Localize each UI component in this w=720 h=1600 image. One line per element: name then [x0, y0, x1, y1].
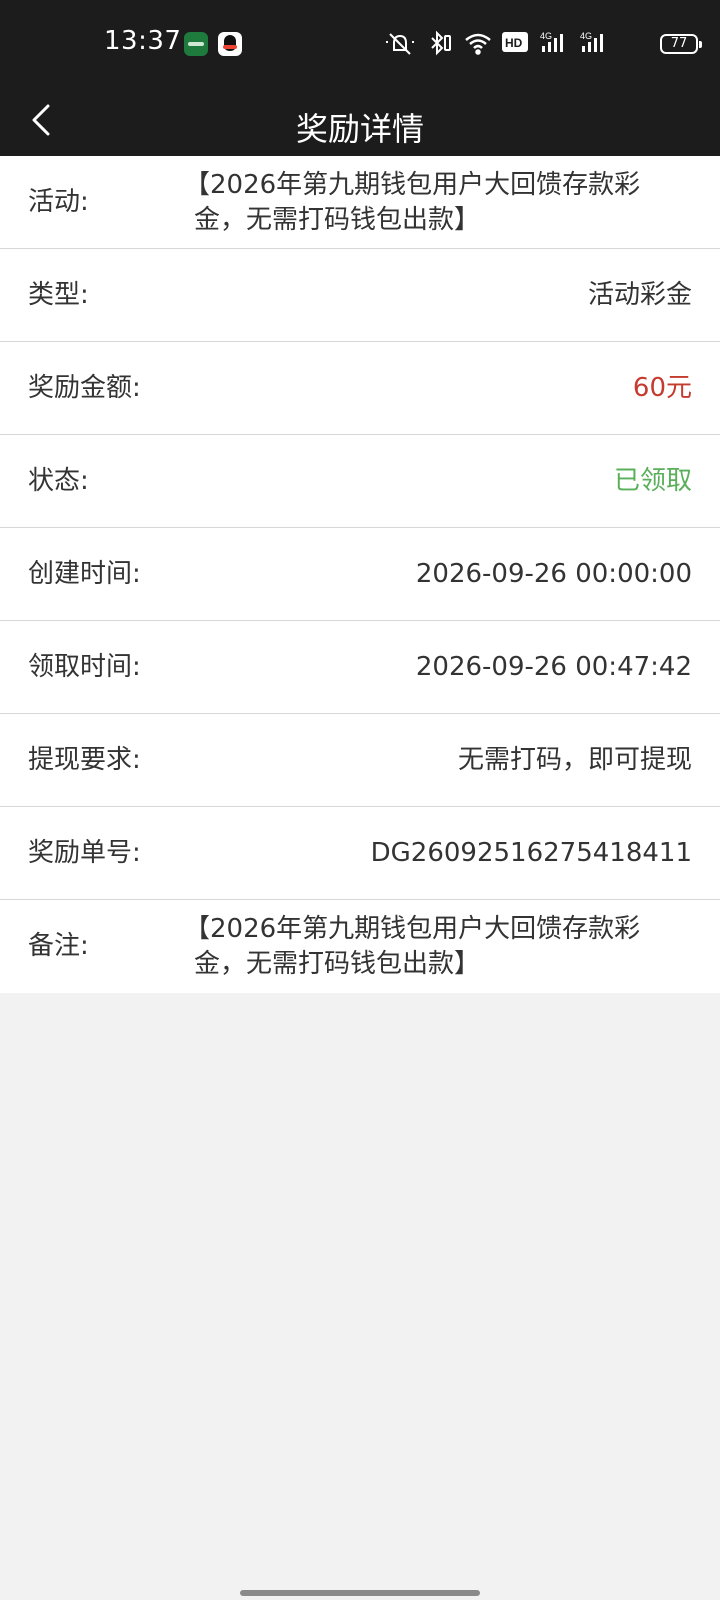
detail-row-order-number: 奖励单号: DG26092516275418411 [0, 807, 720, 900]
svg-text:4G: 4G [580, 31, 592, 41]
page-title: 奖励详情 [295, 110, 424, 148]
wifi-icon [465, 33, 491, 55]
bluetooth-icon [431, 30, 451, 56]
svg-text:4G: 4G [540, 31, 552, 41]
detail-value: 活动彩金 [587, 280, 692, 310]
detail-row-status: 状态: 已领取 [0, 435, 720, 528]
detail-row-created-time: 创建时间: 2026-09-26 00:00:00 [0, 528, 720, 621]
detail-value: 【2026年第九期钱包用户大回馈存款彩金，无需打码钱包出款】 [184, 914, 641, 979]
detail-value: DG26092516275418411 [370, 838, 692, 868]
detail-label: 创建时间: [28, 559, 141, 589]
status-bar: 13:37 HD 4G 4G 77 [0, 0, 720, 88]
detail-label: 领取时间: [28, 652, 141, 682]
mute-icon [386, 33, 414, 55]
detail-row-withdraw-requirement: 提现要求: 无需打码，即可提现 [0, 714, 720, 807]
detail-label: 备注: [28, 931, 89, 961]
detail-label: 奖励单号: [28, 838, 141, 868]
detail-row-claim-time: 领取时间: 2026-09-26 00:47:42 [0, 621, 720, 714]
signal-4g-icon: 4G [580, 31, 603, 52]
detail-value: 2026-09-26 00:00:00 [415, 559, 692, 589]
home-indicator[interactable] [240, 1590, 480, 1596]
detail-label: 提现要求: [28, 745, 141, 775]
detail-row-activity: 活动: 【2026年第九期钱包用户大回馈存款彩金，无需打码钱包出款】 [0, 156, 720, 249]
detail-label: 状态: [28, 466, 89, 496]
svg-text:HD: HD [505, 36, 523, 50]
signal-4g-icon: 4G [540, 31, 563, 52]
reward-amount: 60元 [632, 373, 692, 403]
reward-details-list: 活动: 【2026年第九期钱包用户大回馈存款彩金，无需打码钱包出款】 类型: 活… [0, 156, 720, 993]
detail-row-remark: 备注: 【2026年第九期钱包用户大回馈存款彩金，无需打码钱包出款】 [0, 900, 720, 993]
header-bar: 奖励详情 [0, 88, 720, 156]
detail-label: 奖励金额: [28, 373, 141, 403]
detail-value: 【2026年第九期钱包用户大回馈存款彩金，无需打码钱包出款】 [184, 170, 641, 235]
status-time: 13:37 [104, 26, 182, 56]
detail-value: 无需打码，即可提现 [457, 745, 692, 775]
detail-row-amount: 奖励金额: 60元 [0, 342, 720, 435]
hd-icon: HD [502, 32, 528, 52]
qq-icon [218, 32, 242, 56]
battery-indicator: 77 [660, 34, 702, 54]
detail-label: 活动: [28, 187, 89, 217]
green-app-icon [184, 32, 208, 56]
status-badge: 已领取 [613, 466, 692, 496]
detail-label: 类型: [28, 280, 89, 310]
detail-row-type: 类型: 活动彩金 [0, 249, 720, 342]
status-icons: HD 4G 4G [384, 30, 664, 58]
detail-value: 2026-09-26 00:47:42 [415, 652, 692, 682]
